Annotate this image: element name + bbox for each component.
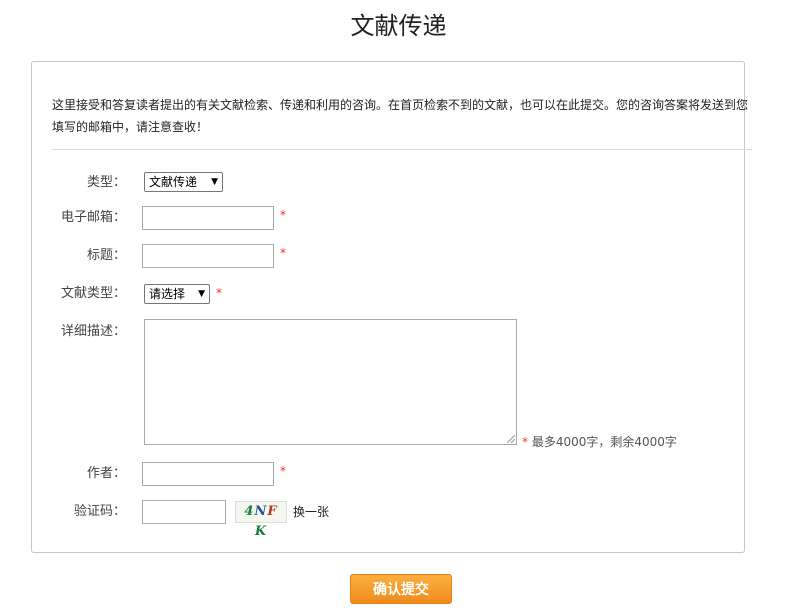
intro-text: 这里接受和答复读者提出的有关文献检索、传递和利用的咨询。在首页检索不到的文献，也… — [52, 98, 749, 134]
captcha-refresh-link[interactable]: 换一张 — [293, 502, 329, 522]
resize-handle-icon[interactable] — [507, 435, 515, 443]
submit-button[interactable]: 确认提交 — [350, 574, 452, 604]
author-field[interactable] — [142, 462, 274, 486]
page-title: 文献传递 — [350, 12, 447, 40]
author-label: 作者： — [86, 466, 126, 481]
type-label: 类型： — [86, 175, 126, 190]
doc-type-label: 文献类型： — [60, 286, 126, 301]
email-required-mark: * — [280, 208, 286, 222]
form-panel: 这里接受和答复读者提出的有关文献检索、传递和利用的咨询。在首页检索不到的文献，也… — [31, 61, 752, 553]
captcha-field[interactable] — [142, 500, 226, 524]
doc-type-select-value: 请选择 — [149, 287, 186, 301]
description-counter: * 最多4000字，剩余4000字 — [522, 433, 677, 451]
description-textarea[interactable] — [144, 319, 517, 445]
doc-type-required-mark: * — [216, 286, 222, 300]
chevron-down-icon: ▼ — [198, 289, 205, 299]
captcha-char: K — [254, 524, 268, 539]
type-select[interactable]: 文献传递 ▼ — [144, 172, 223, 192]
email-label: 电子邮箱： — [60, 210, 126, 225]
description-counter-text: 最多4000字，剩余4000字 — [531, 435, 677, 449]
captcha-char: 4 — [244, 504, 255, 519]
captcha-image[interactable]: 4NF K — [235, 501, 287, 539]
type-select-value: 文献传递 — [149, 175, 198, 189]
captcha-char: F — [267, 504, 278, 519]
subject-field[interactable] — [142, 244, 274, 268]
author-required-mark: * — [280, 464, 286, 478]
captcha-char: N — [254, 504, 268, 519]
email-field[interactable] — [142, 206, 274, 230]
description-required-mark: * — [522, 435, 528, 449]
description-label: 详细描述： — [60, 324, 126, 339]
captcha-label: 验证码： — [73, 504, 126, 519]
chevron-down-icon: ▼ — [211, 177, 218, 187]
doc-type-select[interactable]: 请选择 ▼ — [144, 284, 210, 304]
subject-label: 标题： — [86, 248, 126, 263]
subject-required-mark: * — [280, 246, 286, 260]
divider — [52, 149, 752, 150]
